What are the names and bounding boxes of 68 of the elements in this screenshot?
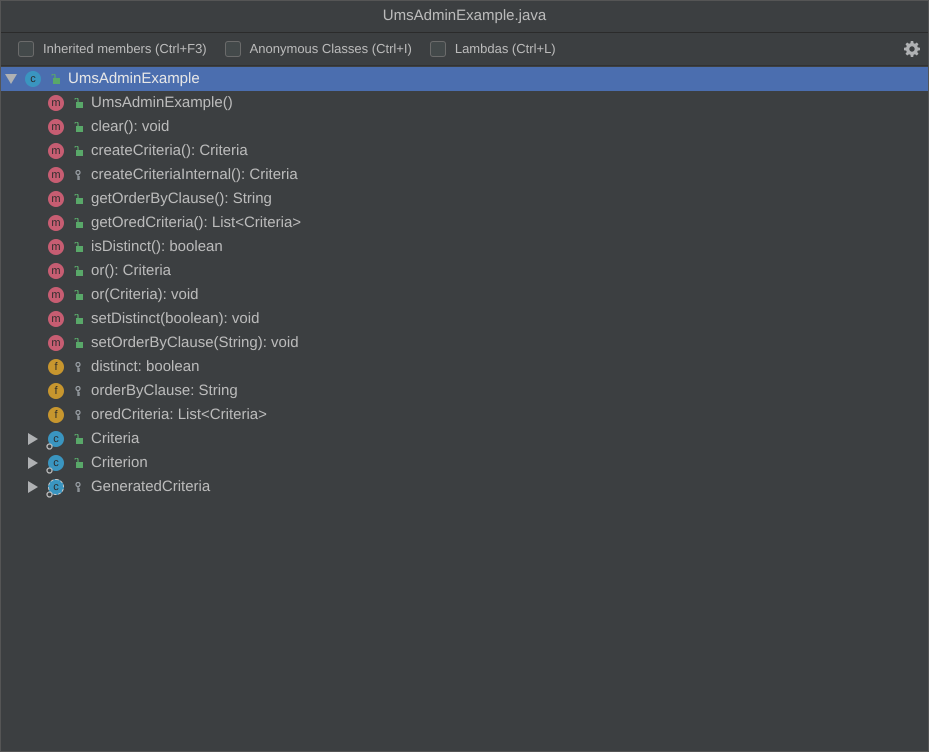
static-mark-icon bbox=[46, 467, 53, 474]
method-label: isDistinct(): boolean bbox=[91, 236, 223, 257]
tree-row[interactable]: m getOredCriteria(): List<Criteria> bbox=[1, 211, 928, 235]
tree-row[interactable]: c Criteria bbox=[1, 427, 928, 451]
tree-row[interactable]: m or(Criteria): void bbox=[1, 283, 928, 307]
method-label: createCriteria(): Criteria bbox=[91, 140, 248, 161]
tree-row[interactable]: f distinct: boolean bbox=[1, 355, 928, 379]
collapse-arrow-icon[interactable] bbox=[28, 433, 38, 445]
method-icon: m bbox=[48, 287, 64, 303]
checkbox[interactable] bbox=[430, 41, 446, 57]
checkbox[interactable] bbox=[18, 41, 34, 57]
field-icon: f bbox=[48, 383, 64, 399]
method-label: createCriteriaInternal(): Criteria bbox=[91, 164, 298, 185]
class-label: Criteria bbox=[91, 428, 140, 449]
checkbox[interactable] bbox=[224, 41, 241, 57]
tree-row[interactable]: m clear(): void bbox=[1, 115, 928, 139]
tree-row[interactable]: m createCriteriaInternal(): Criteria bbox=[1, 163, 928, 187]
method-label: clear(): void bbox=[91, 116, 170, 137]
method-icon: m bbox=[48, 167, 64, 183]
tree-row[interactable]: m or(): Criteria bbox=[1, 259, 928, 283]
window-title: UmsAdminExample.java bbox=[382, 6, 546, 26]
field-icon: f bbox=[48, 407, 64, 423]
tree-row[interactable]: m UmsAdminExample() bbox=[1, 91, 928, 115]
checkbox-label[interactable]: Anonymous Classes (Ctrl+I) bbox=[250, 39, 412, 59]
collapse-arrow-icon[interactable] bbox=[28, 481, 38, 493]
method-icon: m bbox=[48, 215, 64, 231]
method-icon: m bbox=[48, 239, 64, 255]
checkbox-label[interactable]: Lambdas (Ctrl+L) bbox=[454, 39, 556, 59]
field-icon: f bbox=[48, 359, 64, 375]
method-label: setOrderByClause(String): void bbox=[91, 332, 299, 353]
method-icon: m bbox=[48, 311, 64, 327]
method-icon: m bbox=[48, 191, 64, 207]
tree-row[interactable]: c UmsAdminExample bbox=[1, 67, 928, 91]
settings-icon[interactable] bbox=[904, 41, 920, 57]
method-label: getOredCriteria(): List<Criteria> bbox=[91, 212, 302, 233]
field-label: oredCriteria: List<Criteria> bbox=[91, 404, 267, 425]
tree-row[interactable]: m setOrderByClause(String): void bbox=[1, 331, 928, 355]
tree-row[interactable]: f oredCriteria: List<Criteria> bbox=[1, 403, 928, 427]
tree-row[interactable]: m setDistinct(boolean): void bbox=[1, 307, 928, 331]
class-label: Criterion bbox=[91, 452, 148, 473]
tree-row[interactable]: m createCriteria(): Criteria bbox=[1, 139, 928, 163]
tree-row[interactable]: c GeneratedCriteria bbox=[1, 475, 928, 499]
class-label: GeneratedCriteria bbox=[91, 476, 210, 497]
class-icon: c bbox=[25, 71, 41, 87]
tree-row[interactable]: f orderByClause: String bbox=[1, 379, 928, 403]
class-icon: c bbox=[48, 455, 64, 471]
method-label: or(): Criteria bbox=[91, 260, 172, 281]
method-icon: m bbox=[48, 119, 64, 135]
tree-row[interactable]: m getOrderByClause(): String bbox=[1, 187, 928, 211]
class-icon: c bbox=[48, 479, 64, 495]
static-mark-icon bbox=[46, 443, 53, 450]
tree-row[interactable]: c Criterion bbox=[1, 451, 928, 475]
method-icon: m bbox=[48, 95, 64, 111]
method-label: setDistinct(boolean): void bbox=[91, 308, 260, 329]
field-label: orderByClause: String bbox=[91, 380, 238, 401]
class-label: UmsAdminExample bbox=[68, 68, 200, 89]
collapse-arrow-icon[interactable] bbox=[28, 457, 38, 469]
method-label: or(Criteria): void bbox=[91, 284, 199, 305]
tree-row[interactable]: m isDistinct(): boolean bbox=[1, 235, 928, 259]
class-icon: c bbox=[48, 431, 64, 447]
method-icon: m bbox=[48, 143, 64, 159]
checkbox-label[interactable]: Inherited members (Ctrl+F3) bbox=[43, 39, 207, 59]
static-mark-icon bbox=[46, 491, 53, 498]
method-label: UmsAdminExample() bbox=[91, 92, 233, 113]
field-label: distinct: boolean bbox=[91, 356, 200, 377]
method-label: getOrderByClause(): String bbox=[91, 188, 272, 209]
method-icon: m bbox=[48, 335, 64, 351]
method-icon: m bbox=[48, 263, 64, 279]
